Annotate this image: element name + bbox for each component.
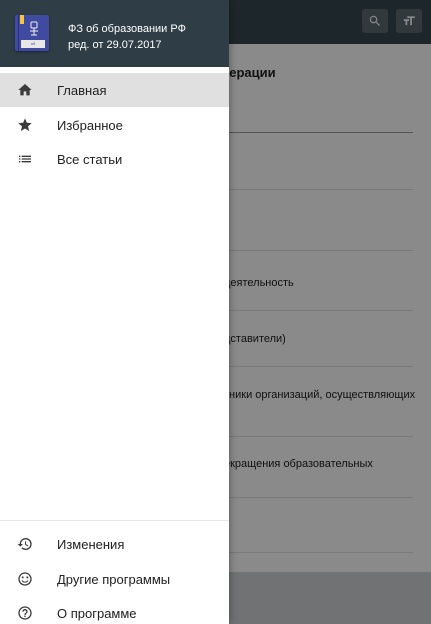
smiley-icon: [17, 571, 33, 587]
app-edition: ред. от 29.07.2017: [68, 39, 162, 51]
nav-item-favorites[interactable]: Избранное: [0, 108, 229, 142]
nav-item-all-articles[interactable]: Все статьи: [0, 142, 229, 176]
app-logo-book-icon: об образовании: [15, 15, 49, 51]
drawer-divider: [0, 520, 229, 521]
drawer-header: об образовании ФЗ об образовании РФ ред.…: [0, 0, 229, 67]
nav-item-label: О программе: [57, 605, 137, 621]
nav-item-label: Избранное: [57, 117, 123, 133]
nav-item-about[interactable]: О программе: [0, 596, 229, 624]
nav-item-label: Изменения: [57, 536, 125, 552]
app-title: ФЗ об образовании РФ: [68, 23, 186, 35]
nav-item-home[interactable]: Главная: [0, 73, 229, 107]
history-icon: [17, 536, 33, 552]
drawer-header-text: ФЗ об образовании РФ ред. от 29.07.2017: [68, 21, 186, 53]
list-icon: [17, 151, 33, 167]
star-icon: [17, 117, 33, 133]
home-icon: [17, 82, 33, 98]
nav-item-other-apps[interactable]: Другие программы: [0, 562, 229, 596]
book-label: об образовании: [21, 40, 45, 48]
help-icon: [17, 605, 33, 621]
nav-item-label: Все статьи: [57, 151, 123, 167]
navigation-drawer: об образовании ФЗ об образовании РФ ред.…: [0, 0, 229, 624]
nav-item-label: Главная: [57, 82, 107, 98]
nav-item-changes[interactable]: Изменения: [0, 527, 229, 561]
nav-item-label: Другие программы: [57, 571, 171, 587]
